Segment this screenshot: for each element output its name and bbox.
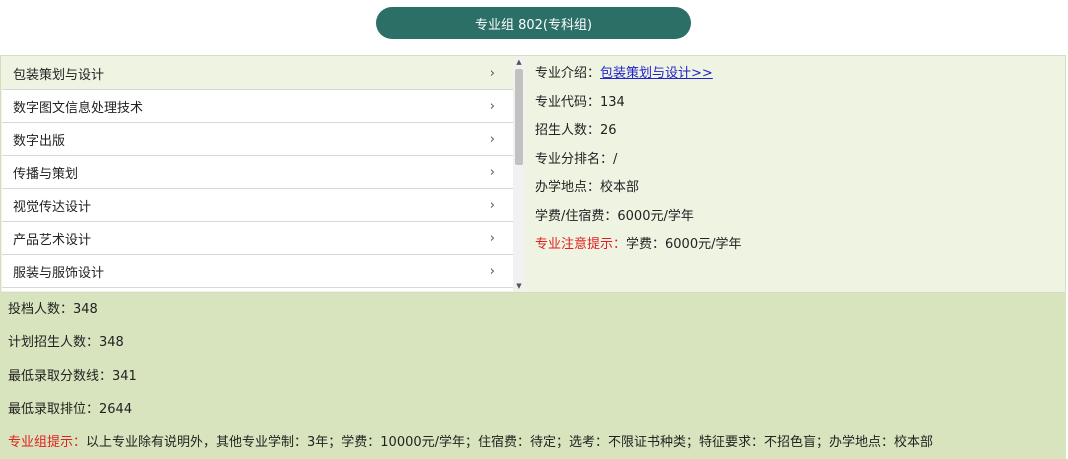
major-notice-row: 专业注意提示：学费：6000元/学年 <box>535 236 741 265</box>
major-panel: 包装策划与设计 › 数字图文信息处理技术 › 数字出版 › 传播与策划 › 视觉… <box>0 55 1066 293</box>
major-name: 数字图文信息处理技术 <box>13 100 144 116</box>
chevron-right-icon: › <box>489 98 495 114</box>
major-intro-link[interactable]: 包装策划与设计>> <box>600 66 713 81</box>
major-name: 数字出版 <box>13 133 66 149</box>
scrollbar-thumb[interactable] <box>515 69 523 165</box>
major-details: 专业介绍：包装策划与设计>> 专业代码：134 招生人数：26 专业分排名：/ … <box>535 65 741 265</box>
scroll-down-arrow-icon[interactable]: ▼ <box>513 281 525 291</box>
professional-group-button[interactable]: 专业组 802(专科组) <box>376 7 691 39</box>
min-rank: 最低录取排位：2644 <box>8 401 133 417</box>
major-list-scrollbar[interactable]: ▲ ▼ <box>513 57 525 291</box>
group-tip-label: 专业组提示： <box>8 435 87 451</box>
major-item-packaging-design[interactable]: 包装策划与设计 › <box>2 57 513 90</box>
major-item-communication-planning[interactable]: 传播与策划 › <box>2 156 513 189</box>
major-item-digital-graphics[interactable]: 数字图文信息处理技术 › <box>2 90 513 123</box>
major-name: 传播与策划 <box>13 166 79 182</box>
chevron-right-icon: › <box>489 230 495 246</box>
chevron-right-icon: › <box>489 65 495 81</box>
chevron-right-icon: › <box>489 131 495 147</box>
major-rank: 专业分排名：/ <box>535 151 618 167</box>
tuition-fee: 学费/住宿费：6000元/学年 <box>535 208 694 224</box>
major-name: 产品艺术设计 <box>13 232 92 248</box>
campus-location: 办学地点：校本部 <box>535 180 640 195</box>
chevron-right-icon: › <box>489 263 495 279</box>
planned-enrollment: 计划招生人数：348 <box>8 335 124 351</box>
min-score: 最低录取分数线：341 <box>8 368 137 384</box>
major-code: 专业代码：134 <box>535 94 625 110</box>
major-intro-row: 专业介绍：包装策划与设计>> <box>535 65 741 94</box>
major-item-visual-communication[interactable]: 视觉传达设计 › <box>2 189 513 222</box>
notice-value: 学费：6000元/学年 <box>626 237 742 252</box>
major-name: 包装策划与设计 <box>13 67 105 83</box>
major-name: 服装与服饰设计 <box>13 265 105 281</box>
major-name: 视觉传达设计 <box>13 199 92 215</box>
major-item-digital-publishing[interactable]: 数字出版 › <box>2 123 513 156</box>
filed-count: 投档人数：348 <box>8 302 98 317</box>
enrollment-count: 招生人数：26 <box>535 123 617 138</box>
group-summary: 投档人数：348 计划招生人数：348 最低录取分数线：341 最低录取排位：2… <box>0 293 1066 459</box>
major-item-fashion-design[interactable]: 服装与服饰设计 › <box>2 255 513 288</box>
major-item-product-art-design[interactable]: 产品艺术设计 › <box>2 222 513 255</box>
intro-label: 专业介绍： <box>535 66 601 81</box>
group-tip-row: 专业组提示：以上专业除有说明外，其他专业学制：3年；学费：10000元/学年；住… <box>8 426 1066 459</box>
chevron-right-icon: › <box>489 197 495 213</box>
group-tip-value: 以上专业除有说明外，其他专业学制：3年；学费：10000元/学年；住宿费：待定；… <box>86 435 934 451</box>
major-list: 包装策划与设计 › 数字图文信息处理技术 › 数字出版 › 传播与策划 › 视觉… <box>2 57 513 291</box>
notice-label: 专业注意提示： <box>535 237 627 252</box>
chevron-right-icon: › <box>489 164 495 180</box>
scroll-up-arrow-icon[interactable]: ▲ <box>513 57 525 67</box>
